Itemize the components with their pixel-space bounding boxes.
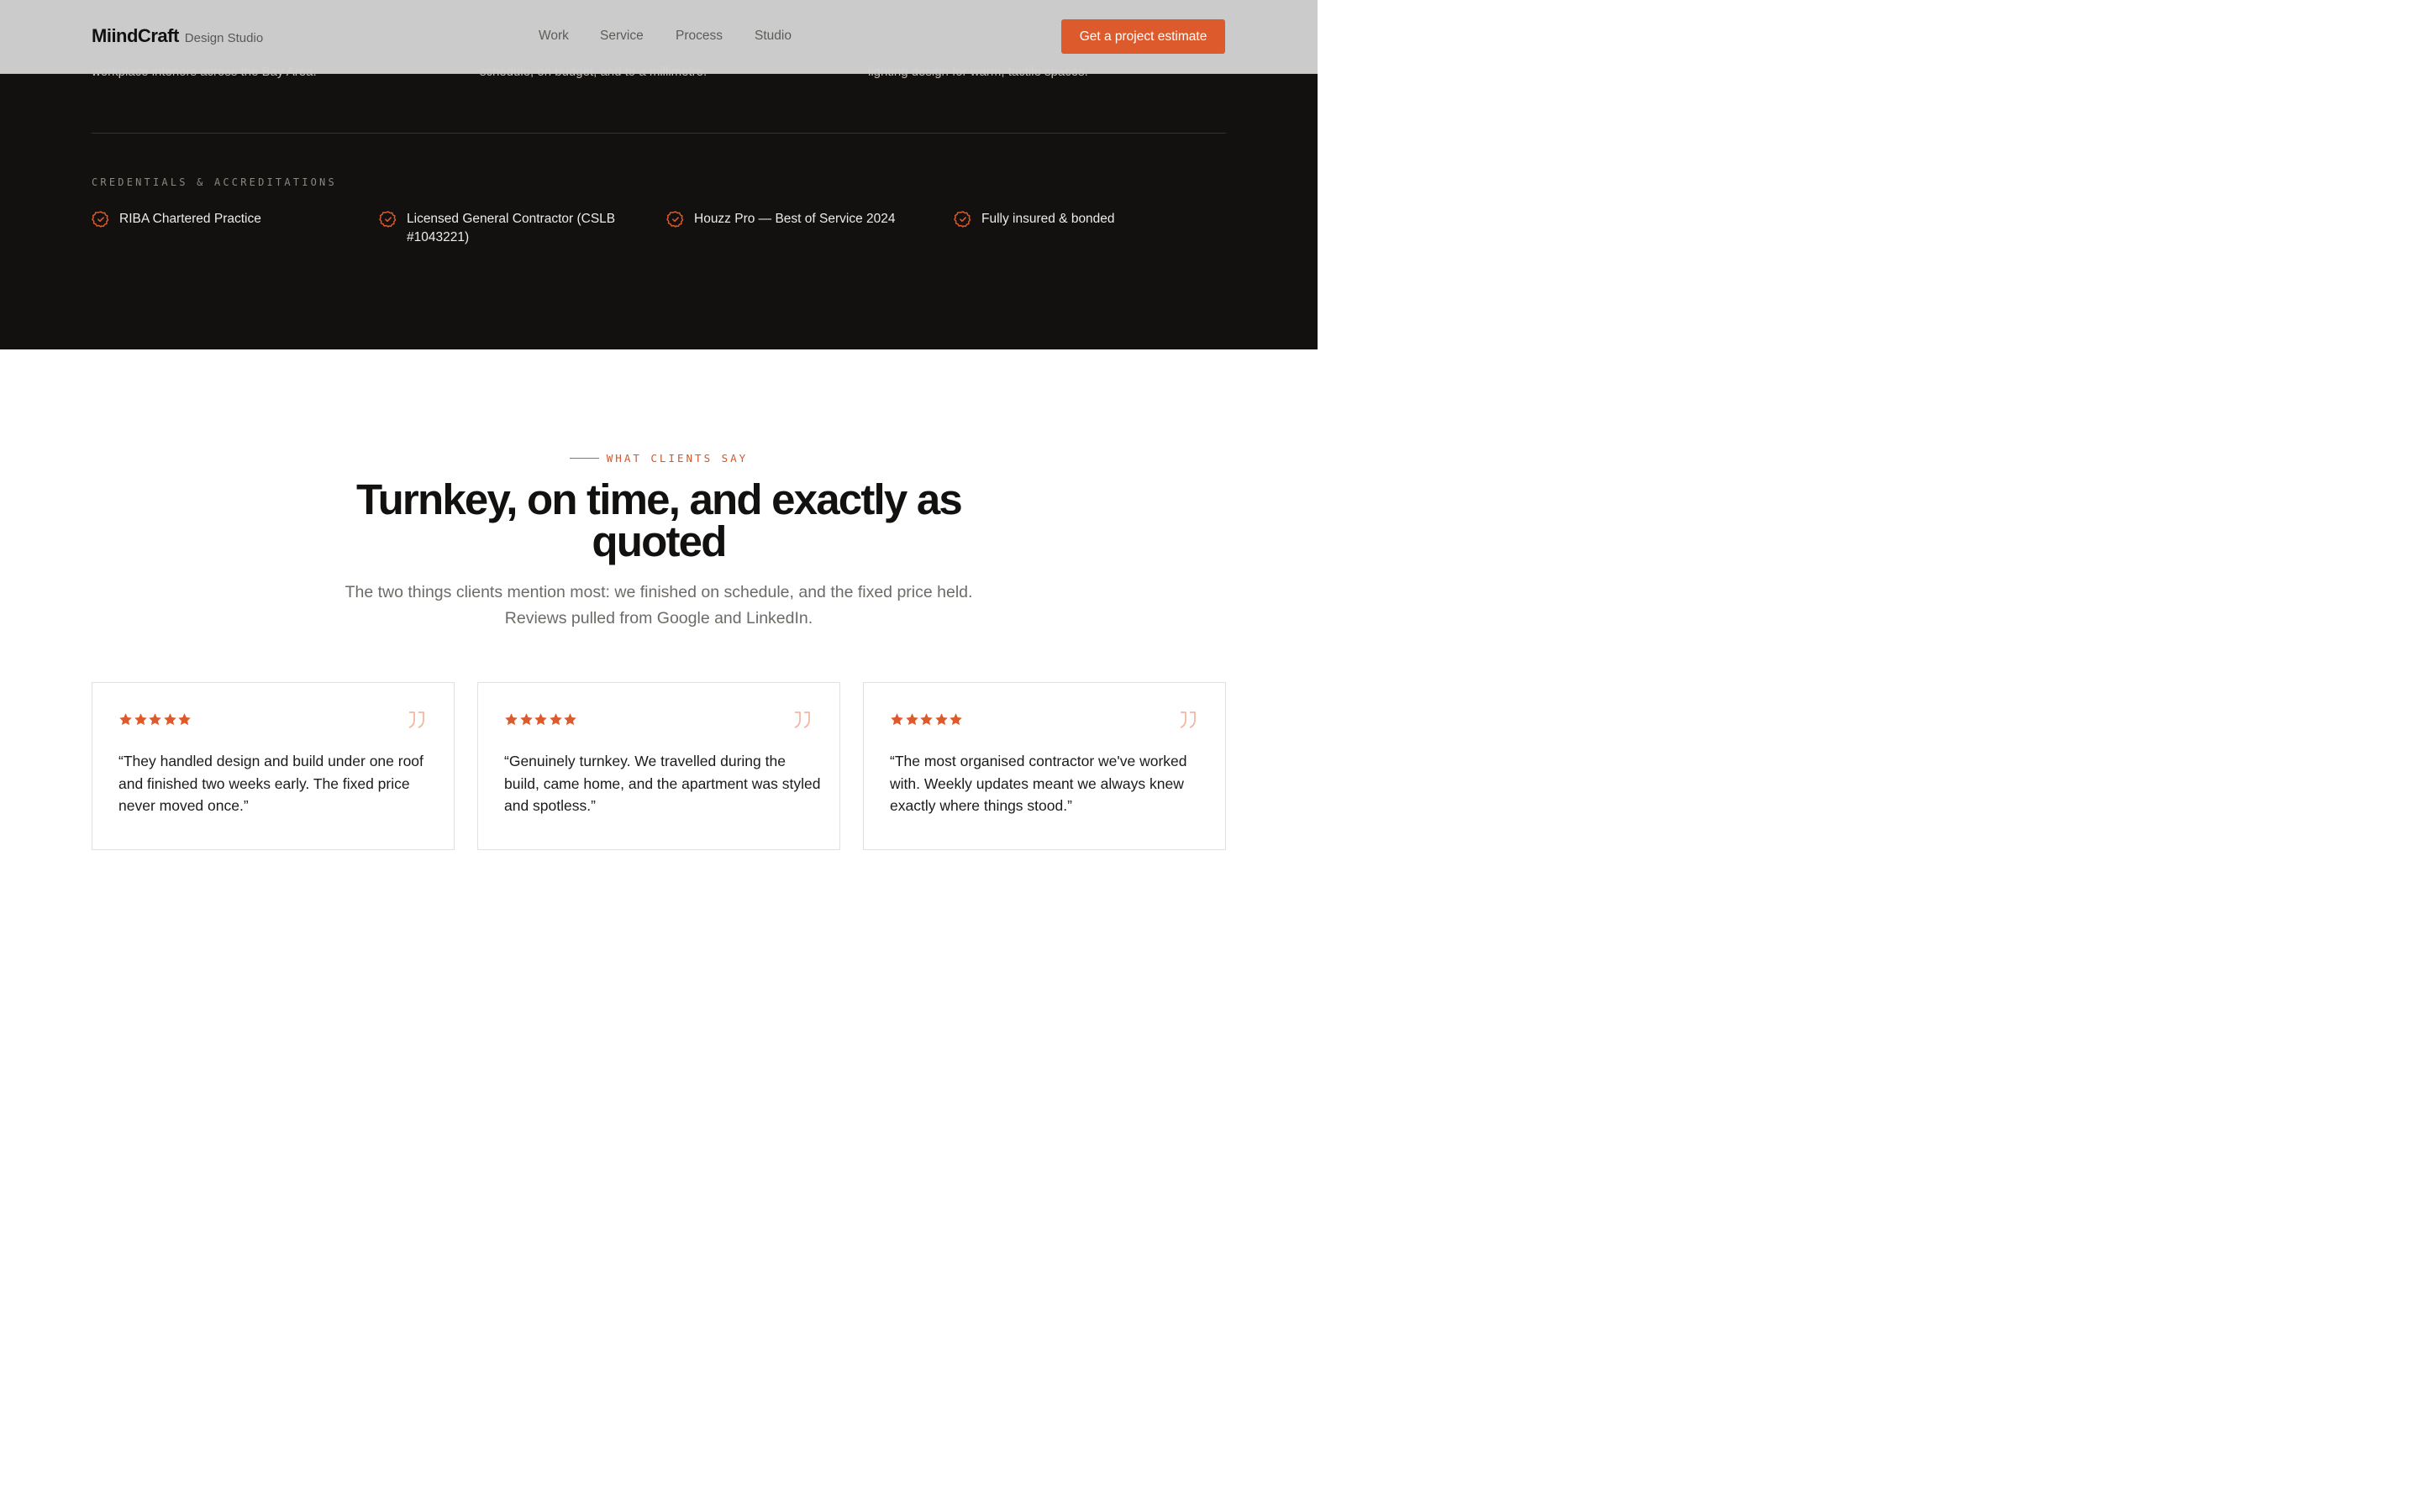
star-icon [920,713,933,726]
star-rating [118,712,192,727]
star-rating [890,712,964,727]
nav-link-process[interactable]: Process [676,29,723,44]
star-icon [178,713,191,726]
star-icon [934,713,948,726]
eyebrow-rule [569,458,599,459]
brand-tagline: Design Studio [184,31,264,45]
check-badge-icon [666,211,684,228]
star-rating [504,712,578,727]
testimonial-card: “The most organised contractor we've wor… [863,682,1226,850]
credentials-heading: CREDENTIALS & ACCREDITATIONS [92,176,337,188]
testimonial-card: “They handled design and build under one… [92,682,455,850]
credential-item: Fully insured & bonded [954,210,1206,228]
eyebrow-label: WHAT CLIENTS SAY [606,452,749,465]
quote-icon [1180,711,1196,728]
nav-link-service[interactable]: Service [600,29,644,44]
star-icon [549,713,562,726]
check-badge-icon [379,211,397,228]
star-icon [119,713,132,726]
credential-label: Licensed General Contractor (CSLB #10432… [407,212,616,244]
testimonials-lead: The two things clients mention most: we … [345,583,973,627]
quote-icon [408,711,424,728]
quote-icon [794,711,810,728]
star-icon [134,713,147,726]
credential-item: Licensed General Contractor (CSLB #10432… [379,210,631,247]
testimonials-title: Turnkey, on time, and exactly as quoted [356,475,963,565]
star-icon [505,713,518,726]
star-icon [891,713,903,726]
nav-link-work[interactable]: Work [539,29,569,44]
star-icon [564,713,576,726]
testimonial-quote: “The most organised contractor we've wor… [890,753,1187,814]
brand-name: MiindCraft [92,25,179,46]
star-icon [950,713,962,726]
star-icon [163,713,176,726]
project-estimate-button[interactable]: Get a project estimate [1061,19,1225,54]
site-header: MiindCraft Design Studio Work Service Pr… [0,0,1318,74]
star-icon [534,713,547,726]
credential-item: RIBA Chartered Practice [92,210,344,228]
testimonials-eyebrow: WHAT CLIENTS SAY [0,452,1318,465]
testimonial-card: “Genuinely turnkey. We travelled during … [477,682,840,850]
credential-label: RIBA Chartered Practice [119,212,261,226]
testimonial-quote: “Genuinely turnkey. We travelled during … [504,753,821,814]
nav-link-studio[interactable]: Studio [755,29,792,44]
check-badge-icon [92,211,109,228]
brand-logo[interactable]: MiindCraft Design Studio [92,25,263,47]
star-icon [149,713,161,726]
credential-label: Fully insured & bonded [981,212,1115,226]
star-icon [519,713,533,726]
testimonial-quote: “They handled design and build under one… [118,753,424,814]
credential-label: Houzz Pro — Best of Service 2024 [694,212,896,226]
check-badge-icon [954,211,971,228]
section-divider [92,133,1226,134]
star-icon [905,713,918,726]
credential-item: Houzz Pro — Best of Service 2024 [666,210,918,228]
